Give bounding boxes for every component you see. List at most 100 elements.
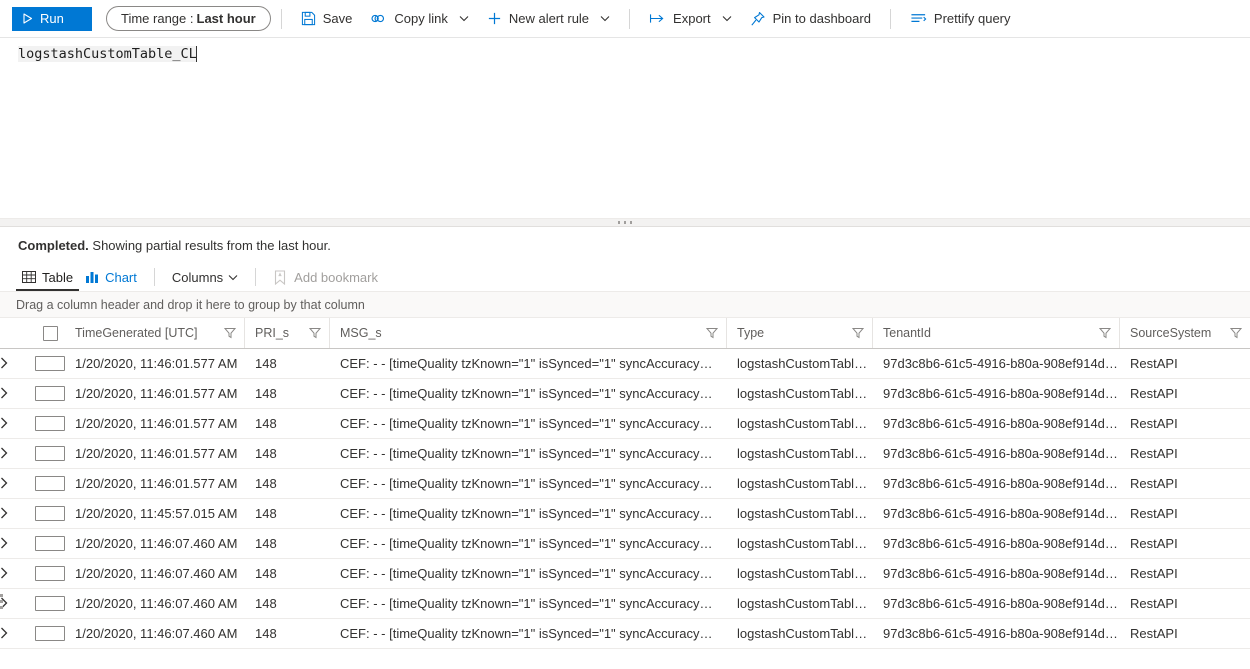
run-button[interactable]: Run xyxy=(12,7,92,31)
panel-splitter[interactable] xyxy=(0,218,1250,226)
row-expand-button[interactable] xyxy=(0,379,35,408)
header-type[interactable]: Type xyxy=(727,318,873,348)
cell-tenantid: 97d3c8b6-61c5-4916-b80a-908ef914d134 xyxy=(873,499,1120,528)
row-expand-button[interactable] xyxy=(0,529,35,558)
row-checkbox[interactable] xyxy=(35,536,65,551)
header-sourcesystem[interactable]: SourceSystem xyxy=(1120,318,1250,348)
cell-type: logstashCustomTable_CL xyxy=(727,409,873,438)
grip-dot xyxy=(0,600,3,603)
row-checkbox-cell[interactable] xyxy=(35,559,65,588)
pin-to-dashboard-button[interactable]: Pin to dashboard xyxy=(741,4,880,34)
cell-timegenerated: 1/20/2020, 11:46:01.577 AM xyxy=(65,439,245,468)
cell-pri-s-text: 148 xyxy=(255,386,330,401)
filter-icon[interactable] xyxy=(1099,327,1111,339)
header-timegenerated[interactable]: TimeGenerated [UTC] xyxy=(65,318,245,348)
table-row[interactable]: 1/20/2020, 11:46:01.577 AM148CEF: - - [t… xyxy=(0,469,1250,499)
time-range-button[interactable]: Time range : Last hour xyxy=(106,6,271,31)
row-checkbox-cell[interactable] xyxy=(35,349,65,378)
table-row[interactable]: 1/20/2020, 11:46:07.460 AM148CEF: - - [t… xyxy=(0,529,1250,559)
copy-link-button[interactable]: Copy link xyxy=(361,4,477,34)
row-checkbox-cell[interactable] xyxy=(35,589,65,618)
select-all-checkbox[interactable] xyxy=(43,326,58,341)
cell-tenantid-text: 97d3c8b6-61c5-4916-b80a-908ef914d134 xyxy=(883,446,1120,461)
table-row[interactable]: 1/20/2020, 11:45:57.015 AM148CEF: - - [t… xyxy=(0,499,1250,529)
row-expand-button[interactable] xyxy=(0,499,35,528)
export-icon xyxy=(649,12,666,25)
row-checkbox[interactable] xyxy=(35,446,65,461)
grid-row-resize-grip[interactable] xyxy=(0,587,5,615)
new-alert-rule-label: New alert rule xyxy=(509,11,589,26)
new-alert-rule-button[interactable]: New alert rule xyxy=(478,4,619,34)
splitter-dot xyxy=(630,221,632,224)
row-expand-button[interactable] xyxy=(0,349,35,378)
table-row[interactable]: 1/20/2020, 11:46:07.460 AM148CEF: - - [t… xyxy=(0,559,1250,589)
save-button[interactable]: Save xyxy=(292,4,362,34)
cell-tenantid: 97d3c8b6-61c5-4916-b80a-908ef914d134 xyxy=(873,409,1120,438)
row-checkbox-cell[interactable] xyxy=(35,409,65,438)
results-grid: Drag a column header and drop it here to… xyxy=(0,291,1250,649)
row-expand-button[interactable] xyxy=(0,589,35,618)
table-row[interactable]: 1/20/2020, 11:46:07.460 AM148CEF: - - [t… xyxy=(0,619,1250,649)
header-pri-s[interactable]: PRI_s xyxy=(245,318,330,348)
cell-timegenerated: 1/20/2020, 11:46:01.577 AM xyxy=(65,379,245,408)
filter-icon[interactable] xyxy=(224,327,236,339)
columns-dropdown[interactable]: Columns xyxy=(166,263,244,291)
row-checkbox-cell[interactable] xyxy=(35,529,65,558)
row-checkbox[interactable] xyxy=(35,386,65,401)
row-expand-button[interactable] xyxy=(0,439,35,468)
cell-pri-s: 148 xyxy=(245,619,330,648)
table-row[interactable]: 1/20/2020, 11:46:01.577 AM148CEF: - - [t… xyxy=(0,349,1250,379)
row-checkbox-cell[interactable] xyxy=(35,499,65,528)
prettify-query-button[interactable]: Prettify query xyxy=(901,4,1020,34)
save-icon xyxy=(301,11,316,26)
add-bookmark-button[interactable]: Add bookmark xyxy=(267,263,384,291)
add-bookmark-label: Add bookmark xyxy=(294,270,378,285)
row-expand-button[interactable] xyxy=(0,469,35,498)
cell-tenantid-text: 97d3c8b6-61c5-4916-b80a-908ef914d134 xyxy=(883,476,1120,491)
table-row[interactable]: 1/20/2020, 11:46:01.577 AM148CEF: - - [t… xyxy=(0,379,1250,409)
row-checkbox[interactable] xyxy=(35,506,65,521)
cell-pri-s-text: 148 xyxy=(255,566,330,581)
table-row[interactable]: 1/20/2020, 11:46:07.460 AM148CEF: - - [t… xyxy=(0,589,1250,619)
chevron-right-icon xyxy=(0,447,35,461)
cell-pri-s-text: 148 xyxy=(255,416,330,431)
filter-icon[interactable] xyxy=(1230,327,1242,339)
cell-timegenerated: 1/20/2020, 11:46:01.577 AM xyxy=(65,469,245,498)
table-row[interactable]: 1/20/2020, 11:46:01.577 AM148CEF: - - [t… xyxy=(0,439,1250,469)
row-checkbox-cell[interactable] xyxy=(35,379,65,408)
toolbar-separator-2 xyxy=(629,9,630,29)
cell-sourcesystem: RestAPI xyxy=(1120,529,1250,558)
query-editor[interactable]: logstashCustomTable_CL xyxy=(0,38,1250,226)
row-checkbox-cell[interactable] xyxy=(35,469,65,498)
row-checkbox[interactable] xyxy=(35,566,65,581)
cell-pri-s-text: 148 xyxy=(255,626,330,641)
header-tenantid[interactable]: TenantId xyxy=(873,318,1120,348)
tab-table-label: Table xyxy=(42,270,73,285)
group-by-drop-area[interactable]: Drag a column header and drop it here to… xyxy=(0,291,1250,318)
cell-timegenerated-text: 1/20/2020, 11:46:07.460 AM xyxy=(75,596,245,611)
tab-table[interactable]: Table xyxy=(16,263,79,291)
cell-msg-s: CEF: - - [timeQuality tzKnown="1" isSync… xyxy=(330,589,727,618)
row-checkbox[interactable] xyxy=(35,416,65,431)
row-expand-button[interactable] xyxy=(0,409,35,438)
row-checkbox-cell[interactable] xyxy=(35,619,65,648)
filter-icon[interactable] xyxy=(852,327,864,339)
grid-header-row: TimeGenerated [UTC] PRI_s MSG_s Type xyxy=(0,318,1250,349)
header-select-all[interactable] xyxy=(35,318,65,348)
row-checkbox[interactable] xyxy=(35,596,65,611)
row-checkbox[interactable] xyxy=(35,626,65,641)
row-checkbox[interactable] xyxy=(35,356,65,371)
table-row[interactable]: 1/20/2020, 11:46:01.577 AM148CEF: - - [t… xyxy=(0,409,1250,439)
header-msg-s[interactable]: MSG_s xyxy=(330,318,727,348)
export-button[interactable]: Export xyxy=(640,4,741,34)
row-expand-button[interactable] xyxy=(0,619,35,648)
tab-chart[interactable]: Chart xyxy=(79,263,143,291)
row-checkbox-cell[interactable] xyxy=(35,439,65,468)
cell-tenantid-text: 97d3c8b6-61c5-4916-b80a-908ef914d134 xyxy=(883,626,1120,641)
row-checkbox[interactable] xyxy=(35,476,65,491)
query-editor-line[interactable]: logstashCustomTable_CL xyxy=(0,44,1250,63)
filter-icon[interactable] xyxy=(309,327,321,339)
filter-icon[interactable] xyxy=(706,327,718,339)
play-icon xyxy=(22,13,33,24)
row-expand-button[interactable] xyxy=(0,559,35,588)
